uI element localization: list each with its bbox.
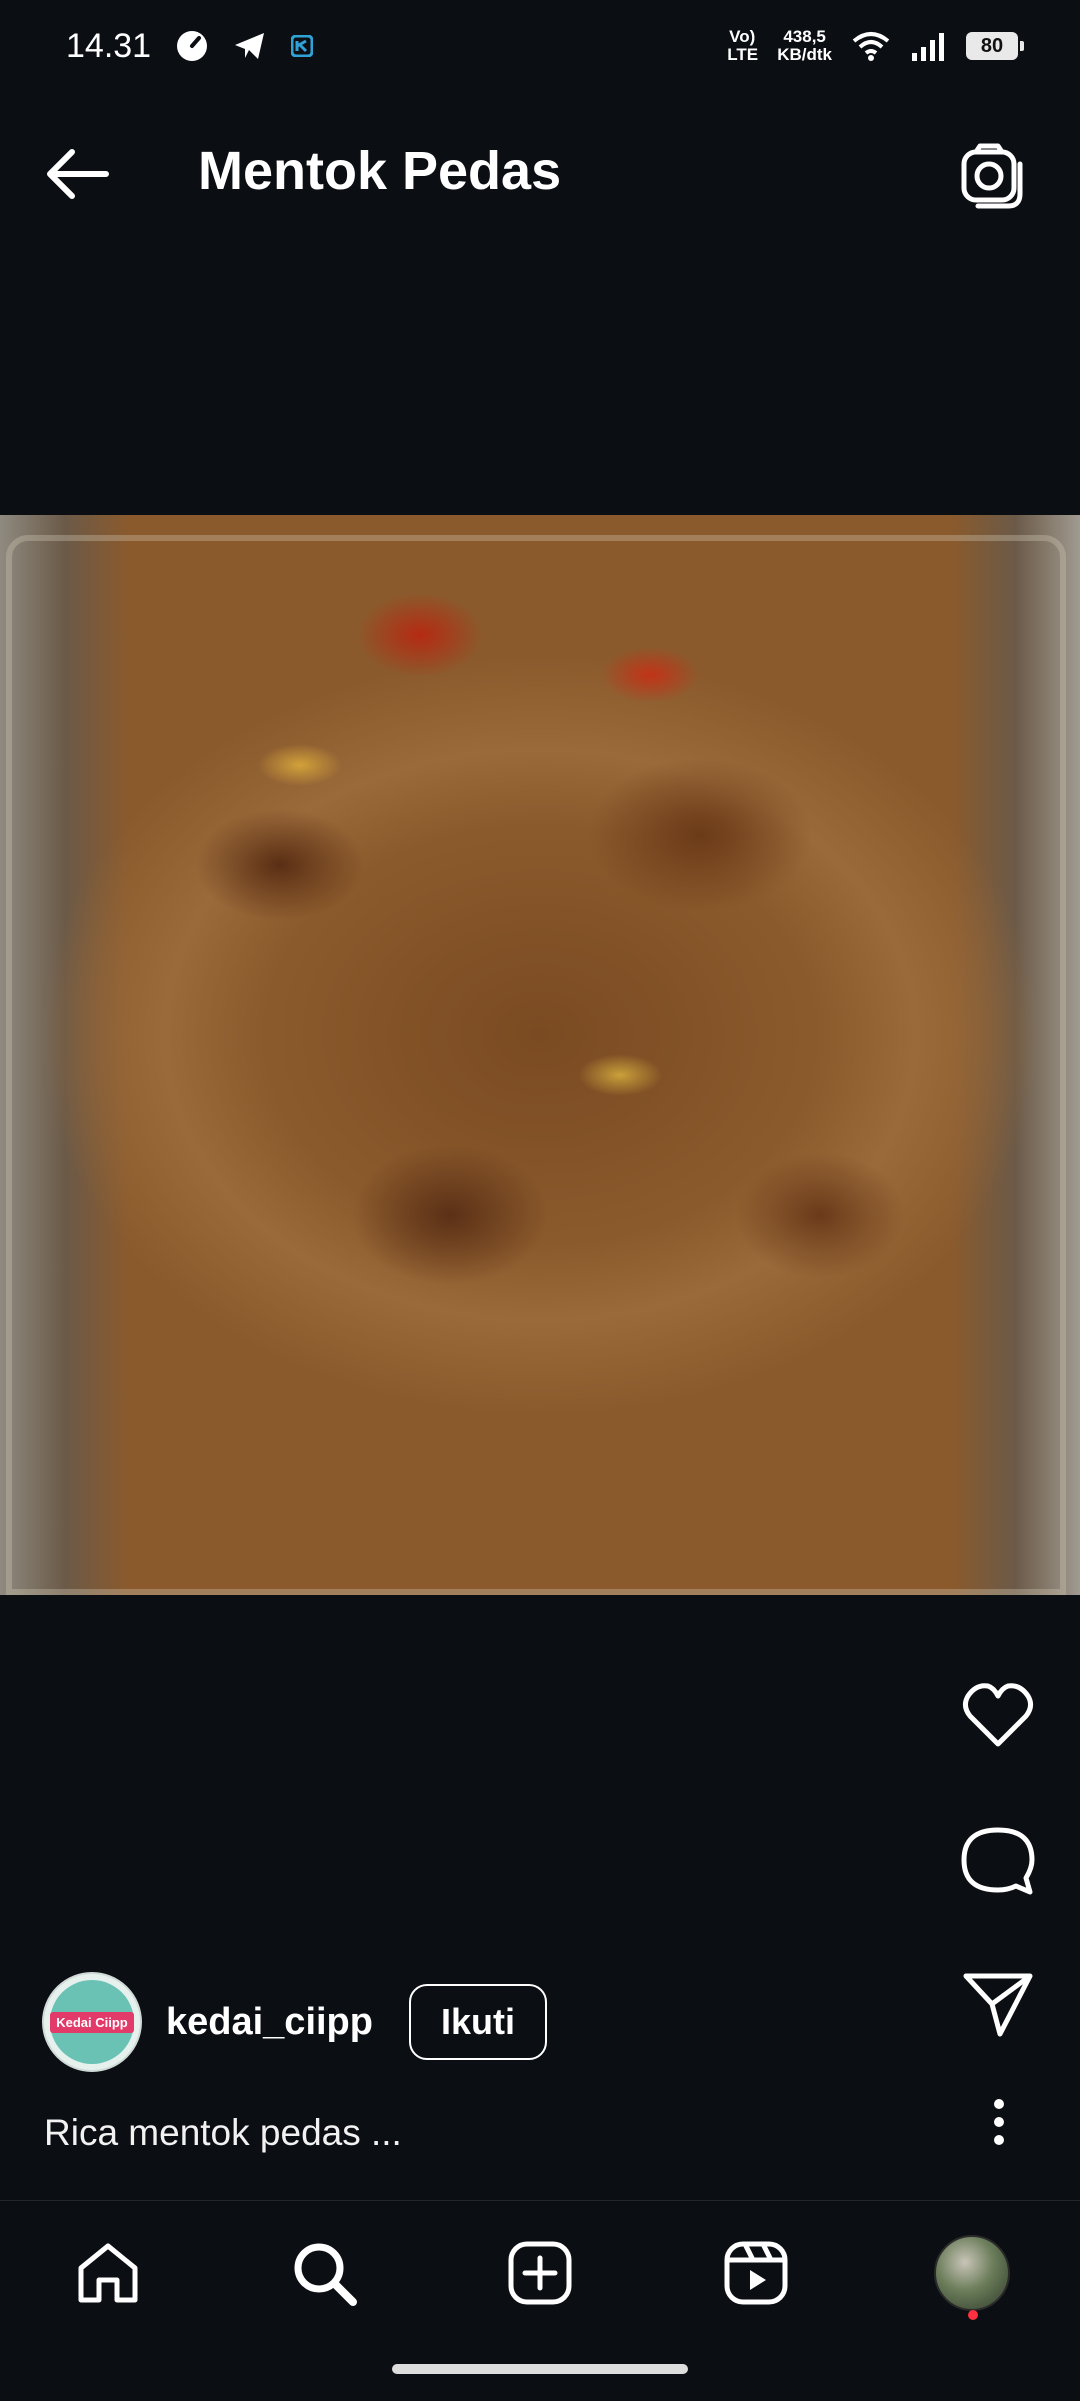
author-username[interactable]: kedai_ciipp [166, 2001, 373, 2044]
more-icon[interactable] [984, 2094, 1014, 2154]
status-left: 14.31 [66, 26, 314, 66]
profile-icon [934, 2235, 1010, 2311]
signal-icon [912, 33, 944, 61]
camera-icon[interactable] [958, 142, 1026, 210]
battery-indicator: 80 [966, 32, 1024, 60]
reels-icon [724, 2241, 788, 2305]
notification-dot [968, 2310, 978, 2320]
heart-icon[interactable] [960, 1678, 1036, 1754]
comment-icon[interactable] [960, 1822, 1036, 1898]
search-icon [294, 2243, 357, 2306]
avatar-inner: Kedai Ciipp [50, 1980, 134, 2064]
create-icon [508, 2241, 572, 2305]
nav-reels[interactable] [716, 2233, 796, 2313]
page-title: Mentok Pedas [198, 141, 562, 201]
network-type: Vo) LTE [727, 27, 759, 64]
avatar-logo-text: Kedai Ciipp [50, 2011, 134, 2033]
status-right: Vo) LTE 438,5 KB/dtk 80 [727, 27, 1024, 64]
share-icon[interactable] [960, 1966, 1036, 2042]
speedometer-icon [177, 31, 208, 61]
nav-home[interactable] [68, 2233, 148, 2313]
author-row: Kedai Ciipp kedai_ciipp Ikuti [42, 1972, 547, 2072]
author-avatar[interactable]: Kedai Ciipp [42, 1972, 142, 2072]
speed-value: 438,5 [783, 27, 826, 46]
app-icon [291, 35, 314, 57]
status-time: 14.31 [66, 26, 152, 65]
status-bar: 14.31 Vo) LTE 438,5 KB/dtk 80 [0, 0, 1080, 92]
back-arrow-icon[interactable] [42, 144, 112, 204]
post-photo[interactable] [0, 515, 1080, 1595]
wifi-icon [852, 32, 890, 61]
nav-search[interactable] [284, 2233, 364, 2313]
nav-profile[interactable] [932, 2233, 1012, 2313]
home-indicator[interactable] [392, 2364, 688, 2374]
photo-tray [6, 535, 1066, 1595]
telegram-icon [235, 33, 265, 59]
follow-button[interactable]: Ikuti [408, 1984, 547, 2060]
speed-unit: KB/dtk [777, 45, 832, 64]
nav-create[interactable] [500, 2233, 580, 2313]
top-bar: Mentok Pedas [0, 92, 1080, 252]
network-speed: 438,5 KB/dtk [777, 28, 832, 64]
home-icon [78, 2243, 138, 2303]
post-caption[interactable]: Rica mentok pedas ... [44, 2112, 402, 2154]
